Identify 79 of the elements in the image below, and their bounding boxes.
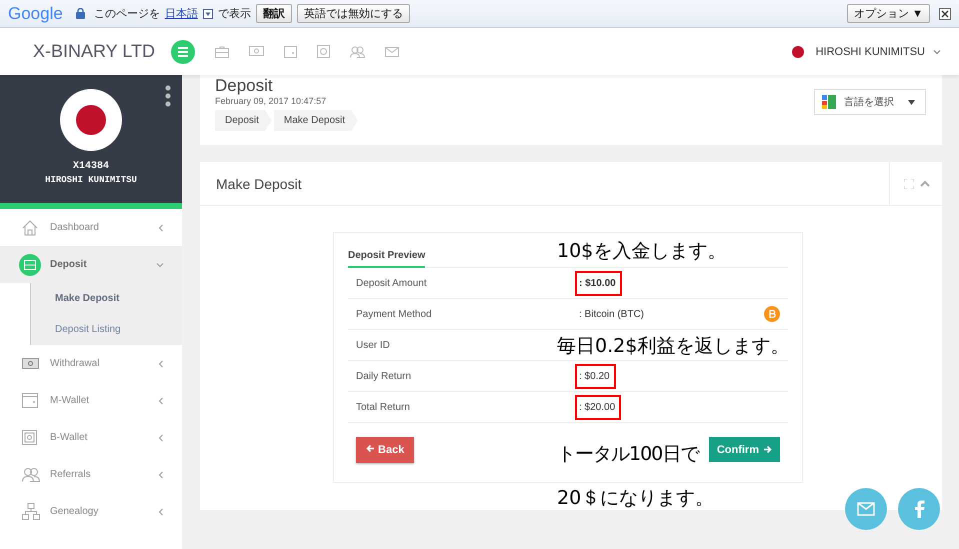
user-menu[interactable]: HIROSHI KUNIMITSU xyxy=(816,46,925,58)
field-label: Daily Return xyxy=(356,370,412,382)
field-value: : Bitcoin (BTC) xyxy=(578,308,646,322)
sidebar-item[interactable]: Withdrawal xyxy=(0,345,182,382)
cash-icon xyxy=(22,358,39,369)
translate-logo-icon xyxy=(822,95,836,109)
page-title: Deposit xyxy=(215,77,274,95)
menu-icon[interactable] xyxy=(171,40,195,64)
language-select[interactable]: 言語を選択 xyxy=(814,89,926,115)
chevron-left-icon xyxy=(158,470,164,478)
users-icon[interactable] xyxy=(350,46,365,58)
profile-user-name: HIROSHI KUNIMITSU xyxy=(45,175,137,185)
briefcase-icon xyxy=(24,260,36,270)
wallet-icon[interactable] xyxy=(284,46,297,58)
page-date: February 09, 2017 10:47:57 xyxy=(215,96,328,106)
more-options-icon[interactable] xyxy=(165,85,171,107)
safe-icon[interactable] xyxy=(317,45,330,58)
disable-translate-button[interactable]: 英語では無効にする xyxy=(296,4,410,23)
breadcrumb-link[interactable]: Make Deposit xyxy=(274,110,358,131)
sidebar-item[interactable]: Dashboard xyxy=(0,209,182,246)
confirm-button[interactable]: Confirm xyxy=(708,437,780,462)
chevron-down-icon xyxy=(156,262,164,268)
translate-prompt: このページを xyxy=(94,7,160,21)
google-logo: Google xyxy=(8,4,63,24)
chevron-left-icon xyxy=(158,508,164,516)
translate-prompt-suffix: で表示 xyxy=(218,7,251,21)
chevron-left-icon xyxy=(158,434,164,442)
sidebar-item[interactable]: B-Wallet xyxy=(0,419,182,456)
flag-icon xyxy=(792,46,804,58)
back-button[interactable]: Back xyxy=(356,437,414,463)
annotation-text: 20＄になります。 xyxy=(557,486,714,511)
panel-title: Make Deposit xyxy=(216,176,302,192)
annotation-text: 10$を入金します。 xyxy=(557,239,726,264)
bitcoin-icon xyxy=(764,306,780,322)
home-icon xyxy=(22,220,38,236)
sidebar-item[interactable]: Deposit xyxy=(0,246,182,283)
profile-user-id: X14384 xyxy=(72,161,109,172)
arrow-left-icon xyxy=(366,444,375,453)
close-icon[interactable] xyxy=(939,8,951,20)
field-label: Total Return xyxy=(356,402,410,412)
expand-icon[interactable] xyxy=(904,178,914,188)
sidebar-item[interactable]: M-Wallet xyxy=(0,382,182,419)
chevron-down-icon[interactable] xyxy=(933,48,941,54)
deposit-preview-tab[interactable]: Deposit Preview xyxy=(348,250,426,268)
hierarchy-icon xyxy=(22,503,40,520)
users-icon xyxy=(22,467,40,482)
dropdown-icon[interactable] xyxy=(202,8,213,18)
field-value: : $10.00 xyxy=(575,270,622,296)
brand-name: X-BINARY LTD xyxy=(33,41,156,62)
caret-icon xyxy=(908,100,915,104)
field-label: User ID xyxy=(356,340,390,350)
field-label: Deposit Amount xyxy=(356,278,427,288)
annotation-text: トータル100日で xyxy=(557,442,698,467)
breadcrumb-link[interactable]: Deposit xyxy=(215,110,272,131)
chevron-left-icon xyxy=(158,224,164,232)
language-link[interactable]: 日本語 xyxy=(164,6,198,21)
sidebar-item[interactable]: Genealogy xyxy=(0,493,182,530)
field-value: : $0.20 xyxy=(575,364,616,388)
sidebar-subitem[interactable]: Deposit Listing xyxy=(31,314,182,345)
lock-icon xyxy=(76,8,85,19)
arrow-right-icon xyxy=(763,445,772,454)
field-value: : $20.00 xyxy=(575,394,622,420)
collapse-icon[interactable] xyxy=(920,180,930,187)
chevron-left-icon xyxy=(158,396,164,404)
sidebar-item[interactable]: Referrals xyxy=(0,456,182,493)
safe-icon xyxy=(22,430,37,445)
field-label: Payment Method xyxy=(356,308,432,320)
options-button[interactable]: オプション ▼ xyxy=(847,4,930,23)
mail-icon[interactable] xyxy=(385,46,399,56)
flag-avatar xyxy=(60,89,122,151)
briefcase-icon[interactable] xyxy=(215,46,229,58)
sidebar-subitem[interactable]: Make Deposit xyxy=(31,283,182,314)
annotation-text: 毎日0.2$利益を返します。 xyxy=(557,334,790,359)
translate-button[interactable]: 翻訳 xyxy=(256,4,292,23)
wallet-icon xyxy=(22,393,38,408)
mail-button[interactable] xyxy=(845,488,887,530)
chevron-left-icon xyxy=(158,360,164,368)
cash-icon[interactable] xyxy=(249,46,264,57)
facebook-button[interactable] xyxy=(898,488,940,530)
